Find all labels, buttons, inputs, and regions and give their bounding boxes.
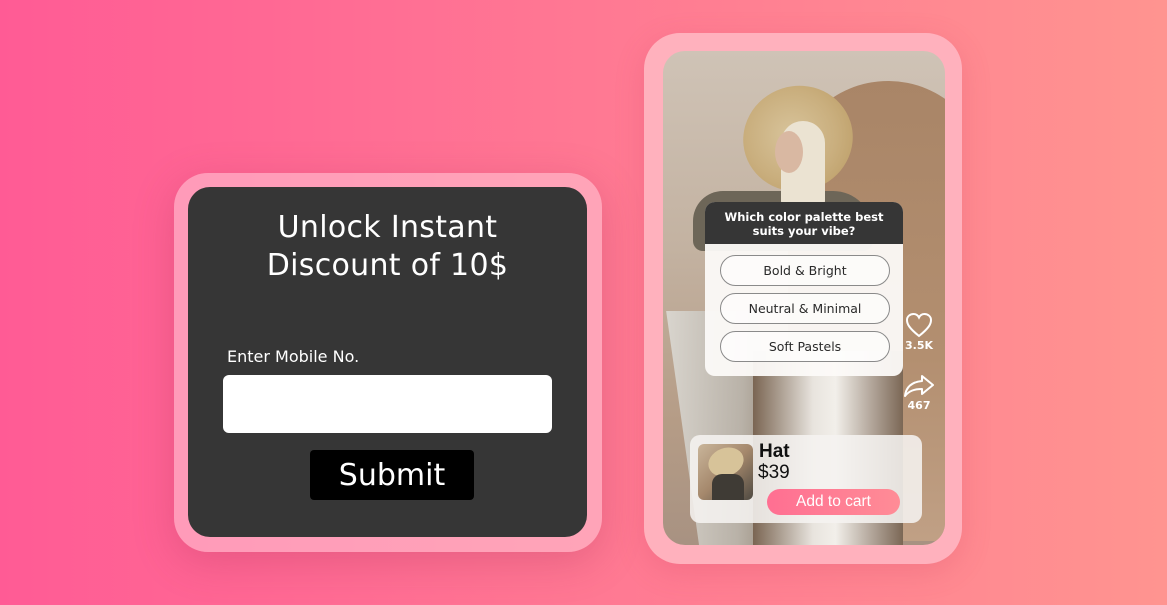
heart-icon: [905, 312, 933, 338]
poll-widget: Which color palette best suits your vibe…: [705, 202, 903, 376]
poll-option-bold-bright[interactable]: Bold & Bright: [720, 255, 890, 286]
like-action[interactable]: 3.5K: [899, 312, 939, 352]
poll-question-line2: suits your vibe?: [752, 224, 856, 238]
poll-option-soft-pastels[interactable]: Soft Pastels: [720, 331, 890, 362]
product-name: Hat: [759, 441, 790, 462]
discount-title-line2: Discount of 10$: [266, 248, 509, 283]
poll-question: Which color palette best suits your vibe…: [705, 202, 903, 244]
discount-title: Unlock Instant Discount of 10$: [188, 209, 587, 285]
like-count: 3.5K: [904, 339, 933, 352]
mobile-number-input[interactable]: [223, 375, 552, 433]
discount-card: Unlock Instant Discount of 10$ Enter Mob…: [188, 187, 587, 537]
share-action[interactable]: 467: [899, 374, 939, 412]
poll-option-neutral-minimal[interactable]: Neutral & Minimal: [720, 293, 890, 324]
poll-question-line1: Which color palette best: [724, 210, 884, 224]
mobile-number-label: Enter Mobile No.: [227, 347, 360, 366]
product-thumbnail[interactable]: [698, 444, 753, 500]
product-card: Hat $39 Add to cart: [690, 435, 922, 523]
submit-button[interactable]: Submit: [310, 450, 474, 500]
share-arrow-icon: [904, 375, 934, 397]
product-price: $39: [758, 462, 790, 483]
photo-face: [775, 131, 803, 173]
discount-title-line1: Unlock Instant: [277, 210, 498, 245]
share-count: 467: [907, 399, 931, 412]
add-to-cart-button[interactable]: Add to cart: [767, 489, 900, 515]
